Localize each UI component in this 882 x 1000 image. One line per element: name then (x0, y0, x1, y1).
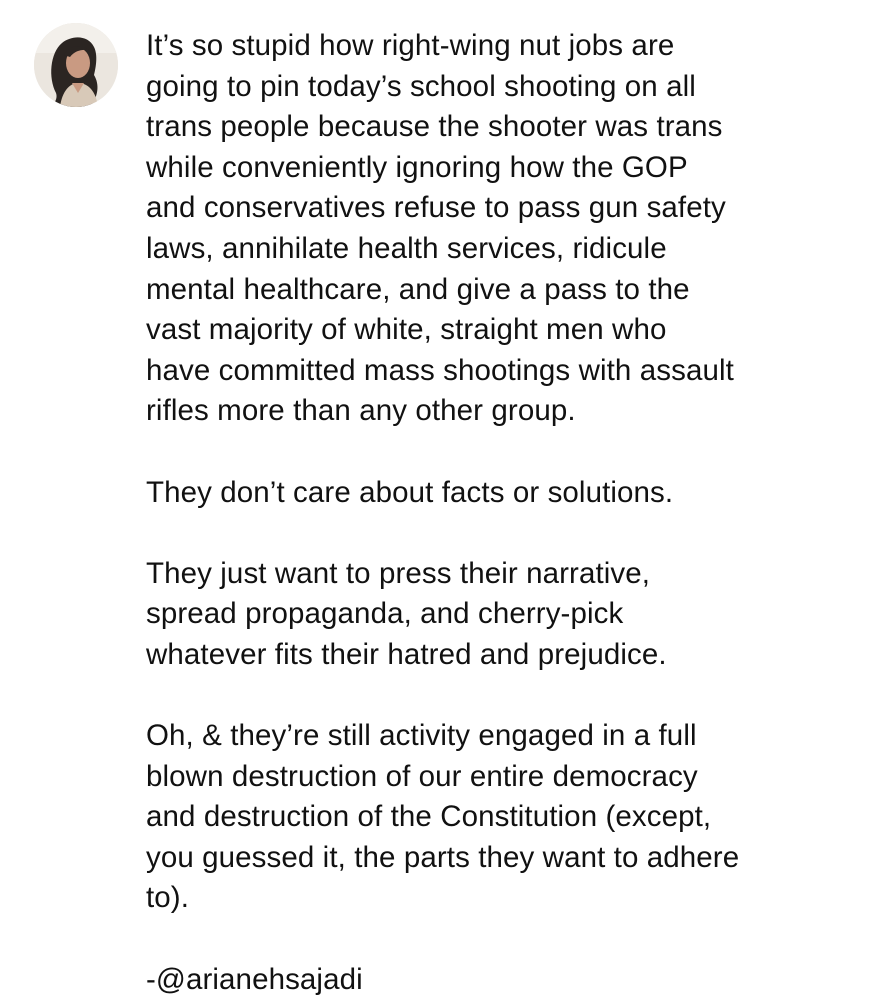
text-line: They don’t care about facts or solutions… (146, 475, 674, 509)
author-handle[interactable]: -@arianehsajadi (146, 960, 868, 1000)
text-line: while conveniently ignoring how the GOP (146, 150, 688, 184)
text-line: to). (146, 881, 190, 915)
avatar[interactable] (34, 23, 118, 107)
text-line: and conservatives refuse to pass gun saf… (146, 191, 726, 225)
text-line: whatever fits their hatred and prejudice… (146, 637, 667, 671)
post-paragraph-2: They don’t care about facts or solutions… (146, 473, 868, 514)
text-line: Oh, & they’re still activity engaged in … (146, 719, 697, 753)
avatar-photo-icon (34, 23, 118, 107)
text-line: going to pin today’s school shooting on … (146, 69, 696, 103)
text-line: spread propaganda, and cherry-pick (146, 597, 624, 631)
text-line: have committed mass shootings with assau… (146, 353, 734, 387)
text-line: and destruction of the Constitution (exc… (146, 800, 712, 834)
text-line: They just want to press their narrative, (146, 556, 651, 590)
post-body: It’s so stupid how right-wing nut jobs a… (146, 26, 868, 1000)
text-line: vast majority of white, straight men who (146, 313, 667, 347)
post-container: It’s so stupid how right-wing nut jobs a… (0, 0, 882, 1000)
text-line: laws, annihilate health services, ridicu… (146, 231, 667, 265)
post-paragraph-4: Oh, & they’re still activity engaged in … (146, 716, 868, 919)
text-line: blown destruction of our entire democrac… (146, 759, 698, 793)
text-line: It’s so stupid how right-wing nut jobs a… (146, 29, 675, 62)
text-line: rifles more than any other group. (146, 394, 576, 428)
post-paragraph-1: It’s so stupid how right-wing nut jobs a… (146, 26, 868, 432)
post-paragraph-3: They just want to press their narrative,… (146, 554, 868, 676)
text-line: mental healthcare, and give a pass to th… (146, 272, 690, 306)
post-signature: -@arianehsajadi (146, 960, 868, 1000)
text-line: you guessed it, the parts they want to a… (146, 840, 740, 874)
text-line: trans people because the shooter was tra… (146, 110, 723, 144)
